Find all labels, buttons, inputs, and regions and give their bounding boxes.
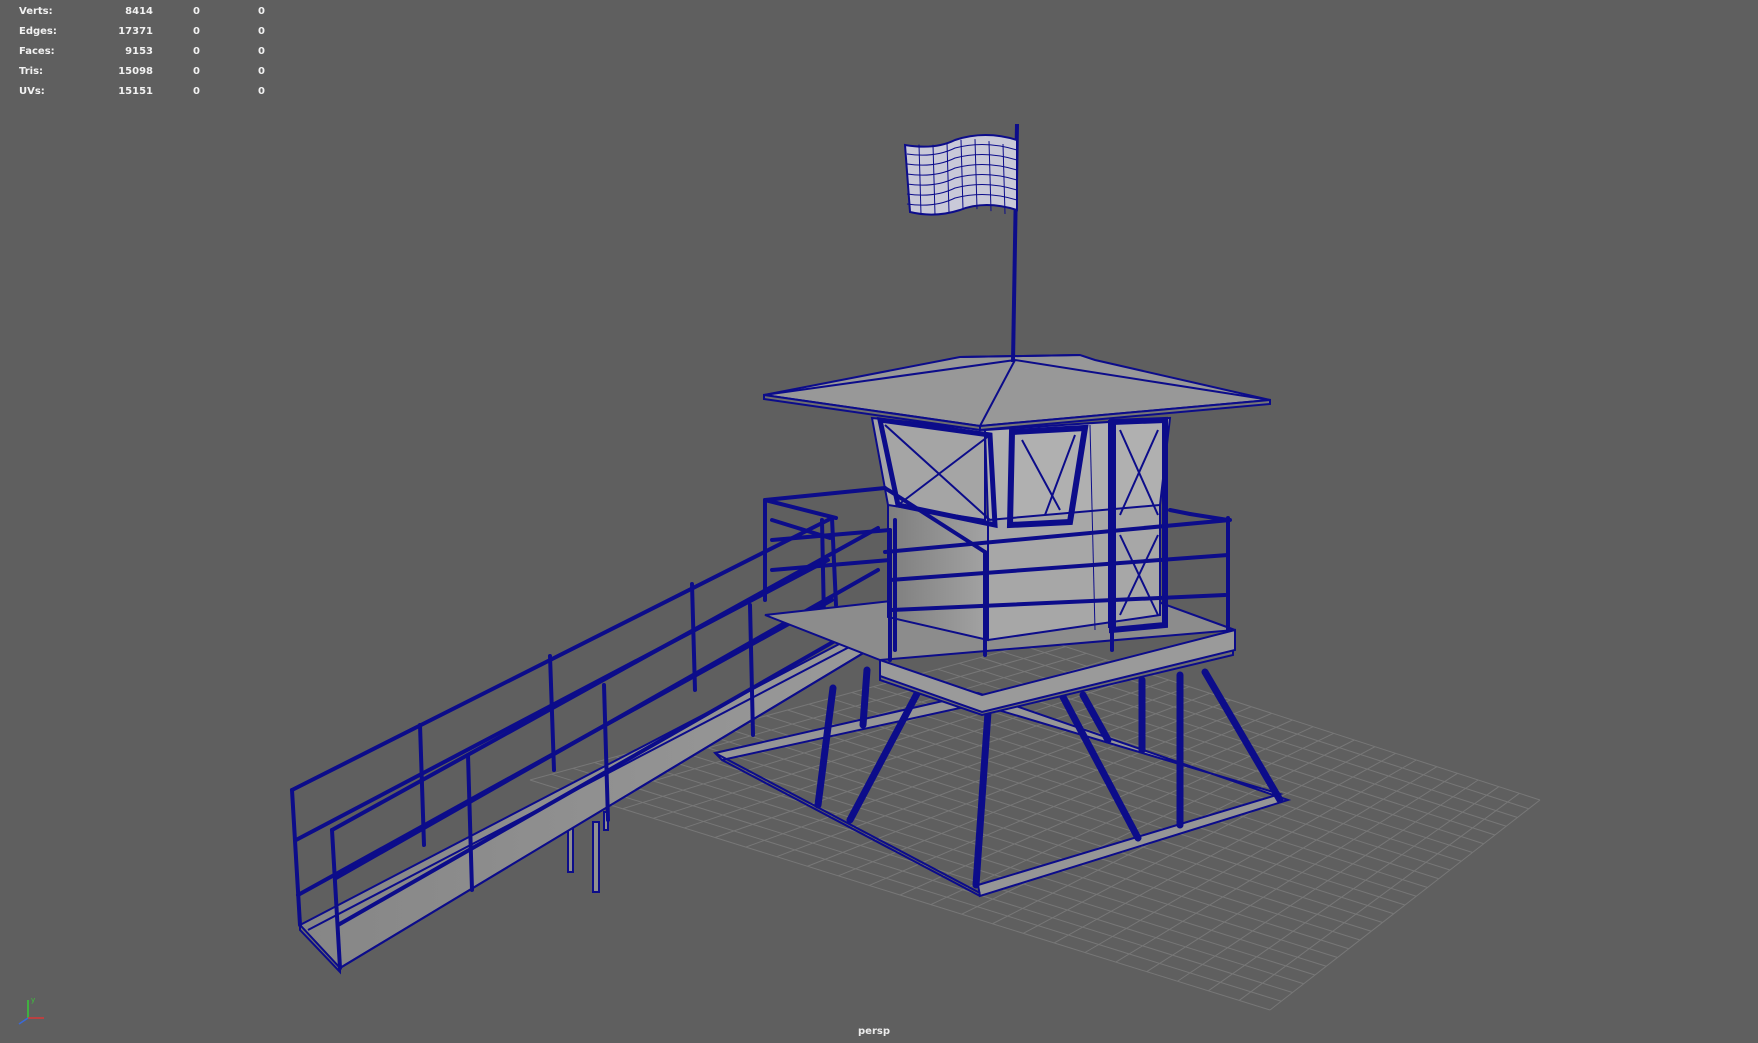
- tower-roof: [763, 353, 1271, 432]
- hud-stat-value: 0: [258, 26, 265, 37]
- hud-row: Edges: 17371 0 0: [19, 22, 279, 42]
- hud-stat-value: 0: [258, 6, 265, 17]
- hud-stat-value: 15151: [118, 86, 153, 97]
- hud-stat-label: Tris:: [19, 66, 44, 77]
- hud-row: Faces: 9153 0 0: [19, 42, 279, 62]
- hud-stat-value: 17371: [118, 26, 153, 37]
- hud-stat-value: 0: [193, 86, 200, 97]
- poly-count-hud: Verts: 8414 0 0 Edges: 17371 0 0 Faces: 9153 0 0 Tri…: [19, 2, 279, 102]
- hud-row: Tris: 15098 0 0: [19, 62, 279, 82]
- hud-stat-value: 9153: [125, 46, 153, 57]
- hud-stat-value: 0: [193, 46, 200, 57]
- hud-row: UVs: 15151 0 0: [19, 82, 279, 102]
- hud-stat-value: 0: [258, 86, 265, 97]
- hud-row: Verts: 8414 0 0: [19, 2, 279, 22]
- hud-stat-value: 0: [258, 46, 265, 57]
- hud-stat-value: 15098: [118, 66, 153, 77]
- hud-stat-value: 8414: [125, 6, 153, 17]
- hud-stat-value: 0: [193, 6, 200, 17]
- scene[interactable]: [0, 0, 1758, 1043]
- hud-stat-label: Edges:: [19, 26, 57, 37]
- hud-stat-value: 0: [193, 66, 200, 77]
- hud-stat-label: UVs:: [19, 86, 45, 97]
- flag: [903, 123, 1019, 363]
- camera-name-label: persp: [858, 1026, 890, 1037]
- hud-stat-value: 0: [258, 66, 265, 77]
- axis-y-label: y: [31, 996, 35, 1004]
- hud-stat-label: Verts:: [19, 6, 53, 17]
- axis-gizmo-icon: y: [18, 996, 44, 1025]
- hud-stat-value: 0: [193, 26, 200, 37]
- hud-stat-label: Faces:: [19, 46, 55, 57]
- 3d-viewport[interactable]: Verts: 8414 0 0 Edges: 17371 0 0 Faces: 9153 0 0 Tri…: [0, 0, 1758, 1043]
